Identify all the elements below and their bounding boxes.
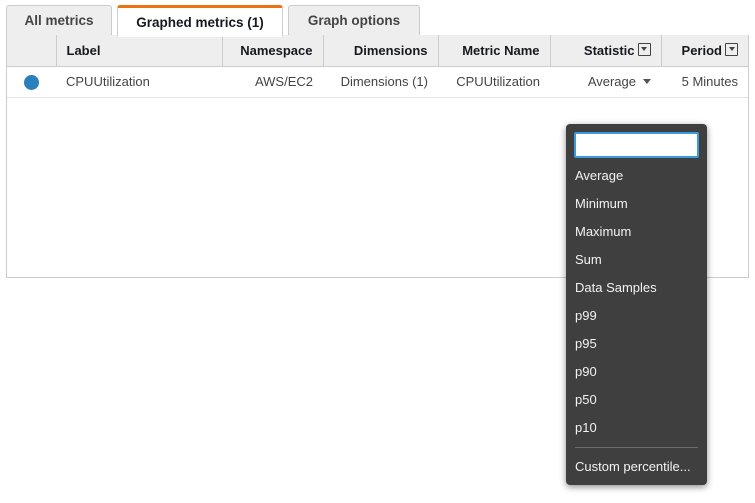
column-header-dimensions: Dimensions (323, 35, 438, 66)
column-header-metric-name-text: Metric Name (462, 43, 539, 58)
column-header-metric-name: Metric Name (438, 35, 550, 66)
statistic-sort-icon[interactable] (638, 43, 651, 56)
statistic-dropdown-menu: Average Minimum Maximum Sum Data Samples… (566, 124, 707, 485)
dropdown-item-minimum[interactable]: Minimum (566, 190, 707, 218)
column-header-statistic[interactable]: Statistic (550, 35, 661, 66)
period-sort-icon[interactable] (725, 43, 738, 56)
dropdown-item-data-samples[interactable]: Data Samples (566, 274, 707, 302)
table-body: CPUUtilization AWS/EC2 Dimensions (1) CP… (7, 66, 748, 97)
column-header-namespace-text: Namespace (240, 43, 312, 58)
table-row: CPUUtilization AWS/EC2 Dimensions (1) CP… (7, 66, 748, 97)
row-metric-name-text: CPUUtilization (456, 74, 540, 89)
statistic-dropdown-trigger[interactable]: Average (588, 74, 651, 89)
dropdown-divider (575, 447, 698, 448)
column-header-namespace: Namespace (222, 35, 323, 66)
dropdown-item-sum[interactable]: Sum (566, 246, 707, 274)
column-header-period[interactable]: Period (661, 35, 748, 66)
row-statistic-cell[interactable]: Average (550, 66, 661, 97)
dropdown-item-maximum[interactable]: Maximum (566, 218, 707, 246)
dropdown-item-p10[interactable]: p10 (566, 414, 707, 442)
column-header-statistic-text: Statistic (584, 43, 635, 58)
column-header-label: Label (56, 35, 222, 66)
row-metric-name-cell: CPUUtilization (438, 66, 550, 97)
column-header-period-text: Period (682, 43, 722, 58)
row-period-text: 5 Minutes (682, 74, 738, 89)
tab-all-metrics-label: All metrics (24, 13, 93, 28)
row-period-cell[interactable]: 5 Minutes (661, 66, 748, 97)
column-header-color (7, 35, 56, 66)
tab-all-metrics[interactable]: All metrics (6, 5, 112, 36)
table-header: Label Namespace Dimensions Metric Name S… (7, 35, 748, 66)
dropdown-item-p99[interactable]: p99 (566, 302, 707, 330)
series-color-dot[interactable] (24, 75, 39, 90)
table-header-row: Label Namespace Dimensions Metric Name S… (7, 35, 748, 66)
tab-graph-options-label: Graph options (308, 13, 400, 28)
row-namespace-cell: AWS/EC2 (222, 66, 323, 97)
row-color-cell (7, 66, 56, 97)
column-header-dimensions-text: Dimensions (354, 43, 428, 58)
chevron-down-icon (643, 79, 651, 84)
row-namespace-text: AWS/EC2 (255, 74, 313, 89)
row-label-cell[interactable]: CPUUtilization (56, 66, 222, 97)
dropdown-item-p95[interactable]: p95 (566, 330, 707, 358)
dropdown-item-custom-percentile[interactable]: Custom percentile... (566, 453, 707, 481)
graphed-metrics-table: Label Namespace Dimensions Metric Name S… (7, 35, 748, 98)
column-header-label-text: Label (67, 43, 101, 58)
row-dimensions-cell[interactable]: Dimensions (1) (323, 66, 438, 97)
tab-strip: All metrics Graphed metrics (1) Graph op… (6, 5, 749, 36)
dropdown-item-p50[interactable]: p50 (566, 386, 707, 414)
dropdown-item-p90[interactable]: p90 (566, 358, 707, 386)
row-label-text: CPUUtilization (66, 74, 150, 89)
dropdown-item-average[interactable]: Average (566, 162, 707, 190)
tab-graph-options[interactable]: Graph options (288, 5, 420, 36)
statistic-search-input[interactable] (574, 132, 699, 158)
row-dimensions-text: Dimensions (1) (341, 74, 428, 89)
row-statistic-text: Average (588, 74, 636, 89)
statistic-search-wrap (566, 132, 707, 162)
tab-graphed-metrics-label: Graphed metrics (1) (136, 15, 264, 30)
tab-graphed-metrics[interactable]: Graphed metrics (1) (117, 5, 283, 37)
